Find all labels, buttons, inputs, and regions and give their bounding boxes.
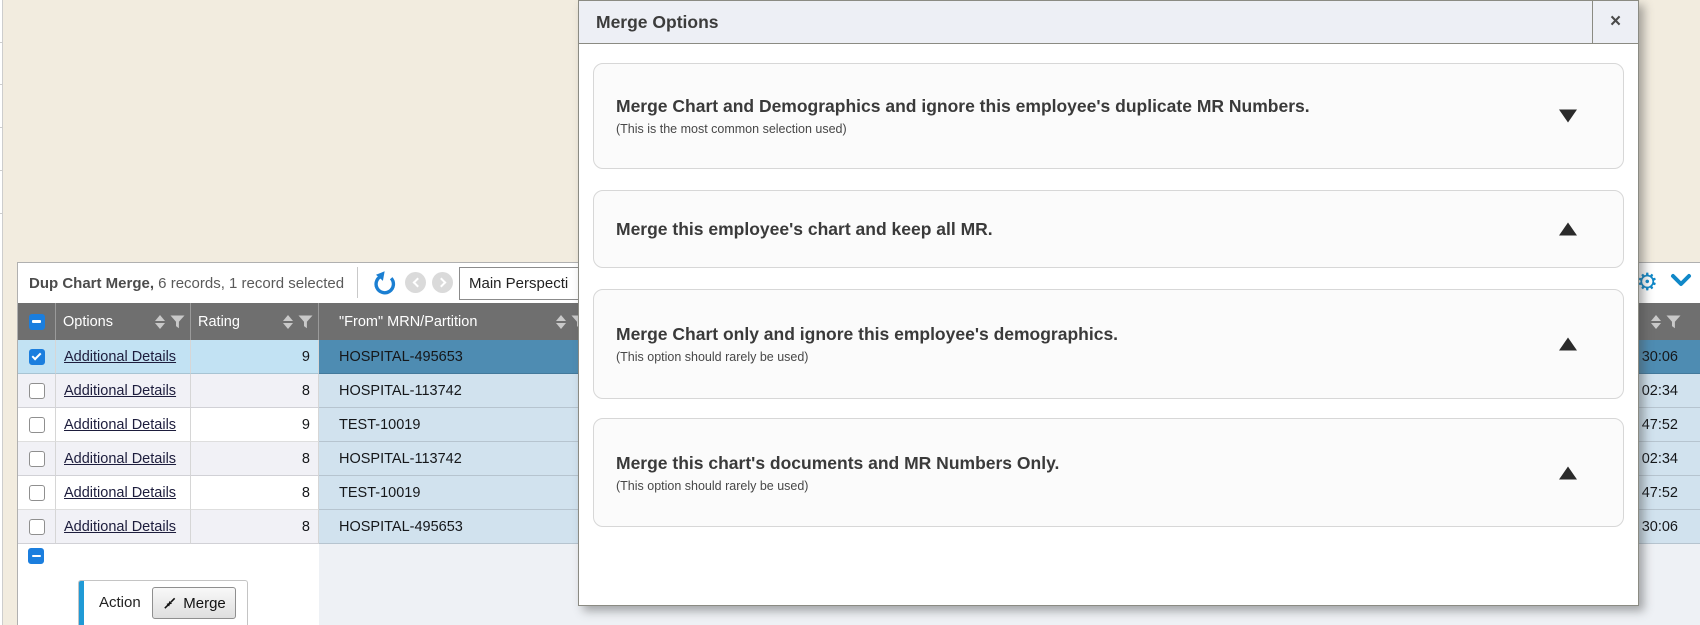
mrn-value: HOSPITAL-495653	[339, 349, 463, 365]
row-checkbox[interactable]	[29, 485, 45, 501]
footer-select-all-checkbox[interactable]	[28, 548, 44, 564]
mrn-value: HOSPITAL-113742	[339, 451, 462, 467]
dialog-titlebar: Merge Options ×	[579, 1, 1638, 44]
dialog-body: Merge Chart and Demographics and ignore …	[579, 44, 1638, 605]
merge-option-title: Merge Chart and Demographics and ignore …	[616, 96, 1533, 117]
filter-icon[interactable]	[1666, 315, 1681, 329]
time-value: 30:06	[1642, 349, 1678, 365]
additional-details-link[interactable]: Additional Details	[64, 485, 176, 501]
time-value: 30:06	[1642, 519, 1678, 535]
rating-value: 8	[302, 485, 310, 501]
header-rating[interactable]: Rating	[191, 303, 319, 340]
refresh-icon[interactable]	[371, 270, 397, 296]
header-rating-label: Rating	[191, 314, 240, 330]
row-checkbox[interactable]	[29, 519, 45, 535]
rating-value: 9	[302, 349, 310, 365]
sort-icon[interactable]	[283, 315, 293, 329]
sort-icon[interactable]	[1651, 315, 1661, 329]
additional-details-link[interactable]: Additional Details	[64, 417, 176, 433]
header-options-label: Options	[56, 314, 113, 330]
row-checkbox[interactable]	[29, 383, 45, 399]
rating-value: 8	[302, 383, 310, 399]
perspective-value: Main Perspecti	[469, 275, 568, 292]
row-checkbox[interactable]	[29, 451, 45, 467]
mrn-value: HOSPITAL-113742	[339, 383, 462, 399]
merge-options-dialog: Merge Options × Merge Chart and Demograp…	[578, 0, 1639, 606]
merge-option-panel[interactable]: Merge this employee's chart and keep all…	[593, 190, 1624, 268]
header-from-mrn-label: "From" MRN/Partition	[319, 314, 477, 330]
merge-option-title: Merge this employee's chart and keep all…	[616, 219, 1533, 240]
row-checkbox[interactable]	[29, 349, 45, 365]
merge-option-panel[interactable]: Merge Chart and Demographics and ignore …	[593, 63, 1624, 169]
header-select-all-cell	[18, 303, 56, 340]
time-value: 47:52	[1642, 485, 1678, 501]
merge-option-title: Merge Chart only and ignore this employe…	[616, 324, 1533, 345]
rating-value: 8	[302, 519, 310, 535]
rating-value: 9	[302, 417, 310, 433]
grid-title: Dup Chart Merge, 6 records, 1 record sel…	[18, 275, 344, 292]
header-options[interactable]: Options	[56, 303, 191, 340]
merge-arrows-icon	[162, 596, 177, 611]
sort-icon[interactable]	[155, 315, 165, 329]
left-pane-edge	[0, 0, 3, 625]
accordion-arrow[interactable]	[1559, 110, 1577, 123]
merge-option-title: Merge this chart's documents and MR Numb…	[616, 453, 1533, 474]
time-value: 47:52	[1642, 417, 1678, 433]
accordion-arrow[interactable]	[1559, 466, 1577, 479]
gear-icon[interactable]: ⚙	[1636, 268, 1658, 296]
additional-details-link[interactable]: Additional Details	[64, 349, 176, 365]
merge-button[interactable]: Merge	[152, 587, 236, 619]
sort-icon[interactable]	[556, 315, 566, 329]
next-page-icon[interactable]	[432, 272, 453, 293]
time-value: 02:34	[1642, 451, 1678, 467]
grid-record-count: 6 records, 1 record selected	[154, 275, 344, 292]
accordion-arrow[interactable]	[1559, 223, 1577, 236]
additional-details-link[interactable]: Additional Details	[64, 451, 176, 467]
grid-title-name: Dup Chart Merge,	[29, 275, 154, 292]
additional-details-link[interactable]: Additional Details	[64, 383, 176, 399]
merge-option-subtitle: (This option should rarely be used)	[616, 350, 1533, 364]
mrn-value: TEST-10019	[339, 417, 420, 433]
additional-details-link[interactable]: Additional Details	[64, 519, 176, 535]
action-panel: Action Merge	[78, 580, 248, 625]
merge-button-label: Merge	[183, 595, 226, 612]
accordion-arrow[interactable]	[1559, 338, 1577, 351]
time-value: 02:34	[1642, 383, 1678, 399]
chevron-down-icon[interactable]	[1670, 272, 1692, 293]
mrn-value: HOSPITAL-495653	[339, 519, 463, 535]
close-icon[interactable]: ×	[1592, 1, 1638, 43]
merge-option-panel[interactable]: Merge this chart's documents and MR Numb…	[593, 418, 1624, 527]
rating-value: 8	[302, 451, 310, 467]
merge-option-panel[interactable]: Merge Chart only and ignore this employe…	[593, 289, 1624, 399]
row-checkbox[interactable]	[29, 417, 45, 433]
filter-icon[interactable]	[298, 315, 313, 329]
action-label: Action	[99, 594, 141, 611]
screen: Dup Chart Merge, 6 records, 1 record sel…	[0, 0, 1700, 625]
toolbar-divider	[357, 267, 358, 298]
dialog-title: Merge Options	[579, 1, 1592, 43]
merge-option-subtitle: (This option should rarely be used)	[616, 479, 1533, 493]
merge-option-subtitle: (This is the most common selection used)	[616, 122, 1533, 136]
filter-icon[interactable]	[170, 315, 185, 329]
previous-page-icon[interactable]	[405, 272, 426, 293]
select-all-checkbox[interactable]	[29, 314, 45, 330]
mrn-value: TEST-10019	[339, 485, 420, 501]
action-accent-bar	[79, 581, 84, 625]
